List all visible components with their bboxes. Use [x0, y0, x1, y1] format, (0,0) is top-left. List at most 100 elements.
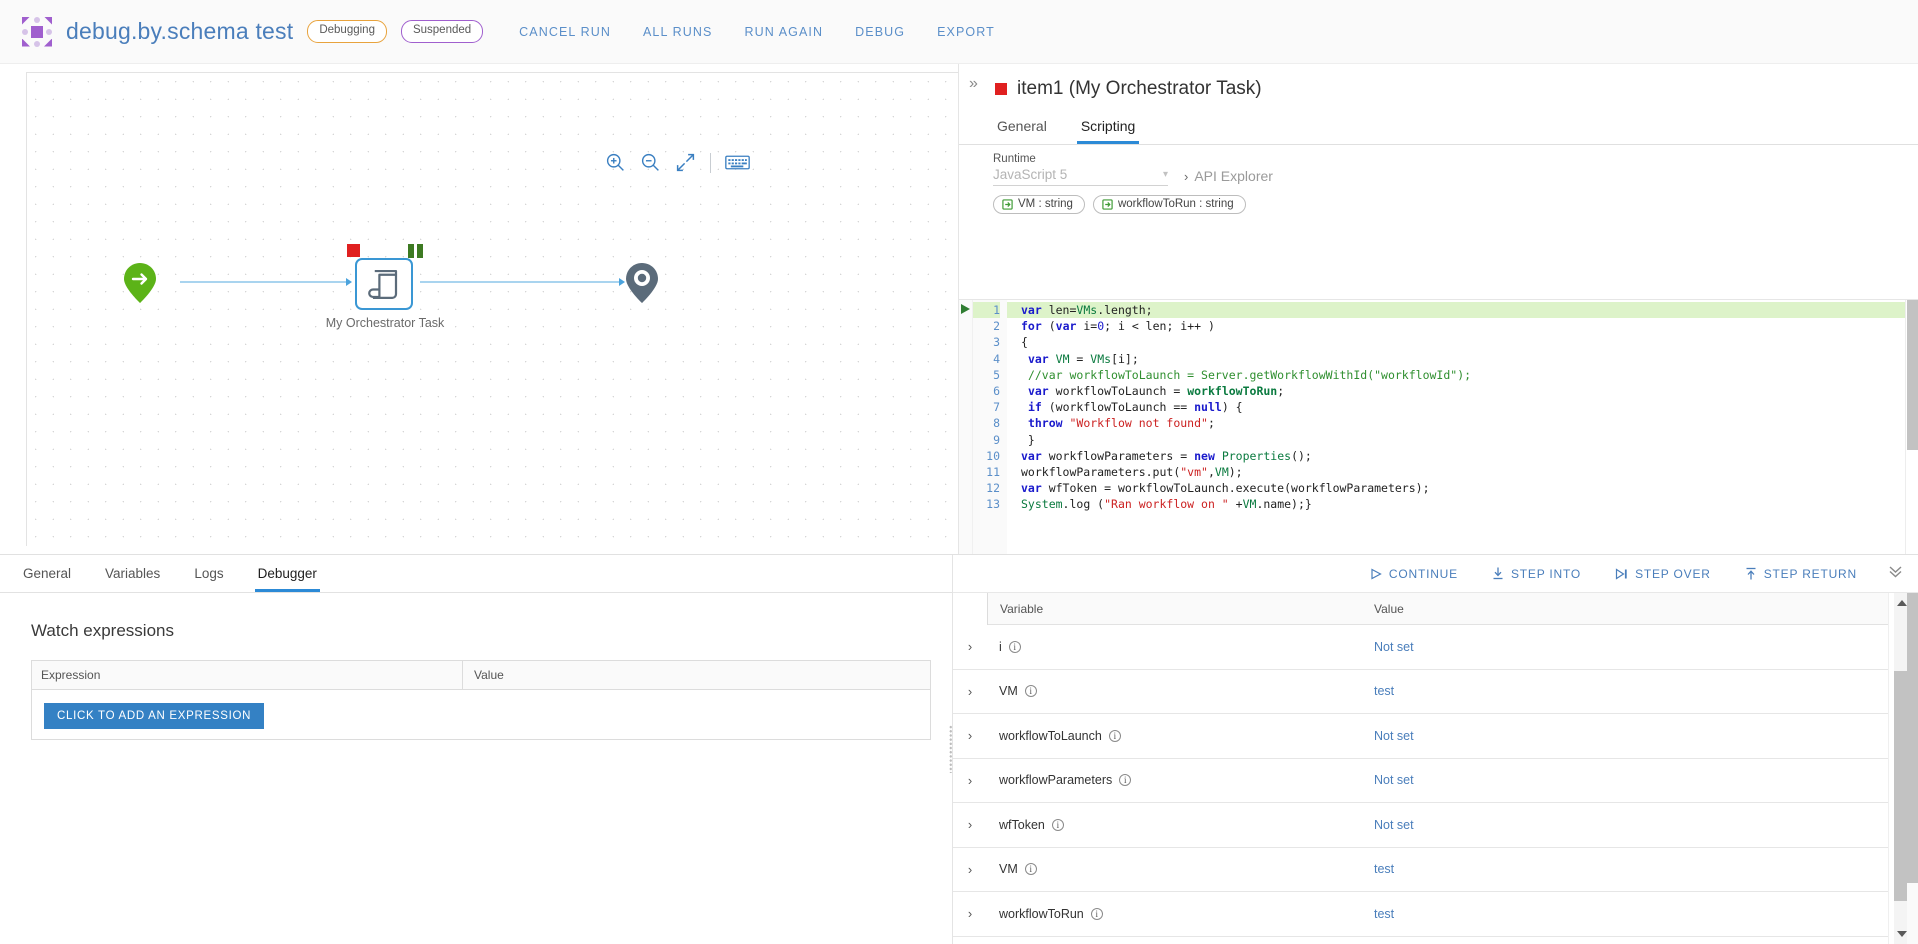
error-marker — [347, 244, 360, 257]
code-line[interactable]: for (var i=0; i < len; i++ ) — [1007, 318, 1905, 334]
runtime-select[interactable]: JavaScript 5 ▾ — [993, 167, 1168, 186]
step-over-button[interactable]: STEP OVER — [1615, 567, 1711, 581]
code-line[interactable]: throw "Workflow not found"; — [1007, 415, 1905, 431]
workflow-canvas[interactable]: My Orchestrator Task — [0, 64, 958, 554]
breakpoint-gutter[interactable] — [959, 300, 973, 554]
info-icon[interactable]: i — [1008, 640, 1021, 653]
api-explorer-link[interactable]: › API Explorer — [1184, 168, 1273, 184]
variable-value: Not set — [1374, 639, 1414, 654]
continue-button[interactable]: CONTINUE — [1370, 567, 1458, 581]
workflow-task-node[interactable] — [355, 258, 413, 310]
code-scrollbar-thumb[interactable] — [1907, 300, 1918, 450]
variable-value: Not set — [1374, 817, 1414, 832]
page-scrollbar-thumb[interactable] — [1907, 593, 1918, 883]
info-icon[interactable]: i — [1051, 818, 1064, 831]
info-icon[interactable]: i — [1090, 907, 1103, 920]
line-number: 2 — [993, 319, 1000, 334]
code-line[interactable]: var workflowParameters = new Properties(… — [1007, 448, 1905, 464]
code-line[interactable]: var workflowToLaunch = workflowToRun; — [1007, 383, 1905, 399]
variables-table: Variable Value › i i Not set › VM i test › workfl… — [953, 593, 1888, 944]
chevron-right-icon[interactable]: › — [953, 773, 987, 788]
table-row[interactable]: › VM i test — [953, 669, 1888, 714]
table-row[interactable]: › wfToken i Not set — [953, 803, 1888, 848]
line-number: 1 — [973, 302, 1000, 319]
chevron-right-icon[interactable]: › — [953, 817, 987, 832]
chevron-right-icon[interactable]: › — [953, 639, 987, 654]
info-icon[interactable]: i — [1119, 774, 1132, 787]
info-icon[interactable]: i — [1024, 863, 1037, 876]
code-scrollbar[interactable] — [1905, 300, 1918, 554]
chevron-right-icon[interactable]: › — [953, 684, 987, 699]
table-row[interactable]: › workflowParameters i Not set — [953, 758, 1888, 803]
watch-table-body: CLICK TO ADD AN EXPRESSION — [32, 690, 930, 739]
code-line[interactable]: //var workflowToLaunch = Server.getWorkf… — [1007, 367, 1905, 383]
variables-scroll-thumb[interactable] — [1894, 671, 1907, 901]
code-line[interactable]: { — [1007, 334, 1905, 350]
task-node-label: My Orchestrator Task — [325, 316, 445, 330]
variable-name: wfToken i — [987, 818, 1362, 832]
code-line[interactable]: System.log ("Ran workflow on " +VM.name)… — [1007, 496, 1905, 512]
export-button[interactable]: EXPORT — [937, 25, 995, 39]
tab-general[interactable]: General — [993, 114, 1051, 144]
page-title: debug.by.schema test — [66, 18, 294, 44]
variable-value: test — [1374, 906, 1395, 921]
collapse-panel-icon[interactable]: » — [969, 76, 978, 92]
tab-logs[interactable]: Logs — [191, 562, 226, 592]
page-scrollbar[interactable] — [1907, 593, 1918, 944]
scroll-down-arrow-icon[interactable] — [1897, 931, 1907, 937]
arrow-up-return-icon — [1746, 567, 1756, 580]
arrow-down-into-icon — [1493, 567, 1503, 580]
table-row[interactable]: › VM i test — [953, 847, 1888, 892]
code-editor[interactable]: 1 2 3 4 5 6 7 8 9 10 11 12 13 var len=VMs.length; for… — [959, 299, 1918, 554]
step-return-button[interactable]: STEP RETURN — [1745, 567, 1857, 581]
run-again-button[interactable]: RUN AGAIN — [744, 25, 823, 39]
chevron-right-icon: › — [1184, 168, 1189, 184]
chevron-right-icon[interactable]: › — [953, 728, 987, 743]
tab-debugger[interactable]: Debugger — [254, 562, 320, 592]
code-line[interactable]: } — [1007, 432, 1905, 448]
code-line[interactable]: if (workflowToLaunch == null) { — [1007, 399, 1905, 415]
code-line[interactable]: workflowParameters.put("vm",VM); — [1007, 464, 1905, 480]
chip-logo-icon — [22, 16, 52, 47]
arrow-over-icon — [1615, 567, 1627, 580]
param-chip-workflowtorun[interactable]: workflowToRun : string — [1092, 195, 1246, 214]
end-node[interactable] — [625, 262, 659, 304]
add-expression-button[interactable]: CLICK TO ADD AN EXPRESSION — [44, 703, 265, 729]
table-row[interactable]: › workflowToLaunch i Not set — [953, 714, 1888, 759]
bottom-right-pane: CONTINUE STEP INTO STEP OVER STEP RETURN… — [952, 555, 1918, 944]
code-line[interactable]: var wfToken = workflowToLaunch.execute(w… — [1007, 480, 1905, 496]
chevron-double-down-icon[interactable] — [1887, 564, 1904, 583]
variable-value: Not set — [1374, 728, 1414, 743]
chevron-right-icon[interactable]: › — [953, 862, 987, 877]
line-number: 8 — [993, 416, 1000, 431]
tab-general[interactable]: General — [20, 562, 74, 592]
variables-table-header: Variable Value — [987, 593, 1888, 625]
table-row[interactable]: › workflowToRun i test — [953, 892, 1888, 937]
code-line[interactable]: var len=VMs.length; — [1007, 302, 1905, 319]
chevron-right-icon[interactable]: › — [953, 906, 987, 921]
step-into-button[interactable]: STEP INTO — [1492, 567, 1581, 581]
info-icon[interactable]: i — [1108, 729, 1121, 742]
tab-variables[interactable]: Variables — [102, 562, 163, 592]
scroll-up-arrow-icon[interactable] — [1897, 600, 1907, 606]
table-row[interactable]: › i i Not set — [953, 625, 1888, 670]
zoom-in-icon[interactable] — [605, 152, 626, 173]
cancel-run-button[interactable]: CANCEL RUN — [519, 25, 611, 39]
variable-name: ii — [987, 640, 1362, 654]
zoom-out-icon[interactable] — [640, 152, 661, 173]
param-chip-vm[interactable]: VM : string — [993, 195, 1085, 214]
bottom-left-pane: General Variables Logs Debugger Watch ex… — [0, 555, 956, 944]
fit-to-screen-icon[interactable] — [675, 152, 696, 173]
inspector-title: item1 (My Orchestrator Task) — [959, 64, 1918, 100]
keyboard-shortcuts-icon[interactable] — [725, 152, 750, 173]
code-line[interactable]: var VM = VMs[i]; — [1007, 351, 1905, 367]
code-content[interactable]: var len=VMs.length; for (var i=0; i < len… — [1007, 300, 1905, 554]
info-icon[interactable]: i — [1024, 685, 1037, 698]
column-header-expression: Expression — [41, 668, 101, 682]
tab-scripting[interactable]: Scripting — [1076, 114, 1140, 144]
bottom-tabs: General Variables Logs Debugger — [0, 555, 952, 593]
param-chip-label: VM : string — [1018, 198, 1073, 210]
debug-button[interactable]: DEBUG — [855, 25, 905, 39]
all-runs-button[interactable]: ALL RUNS — [643, 25, 712, 39]
start-node[interactable] — [123, 262, 157, 304]
